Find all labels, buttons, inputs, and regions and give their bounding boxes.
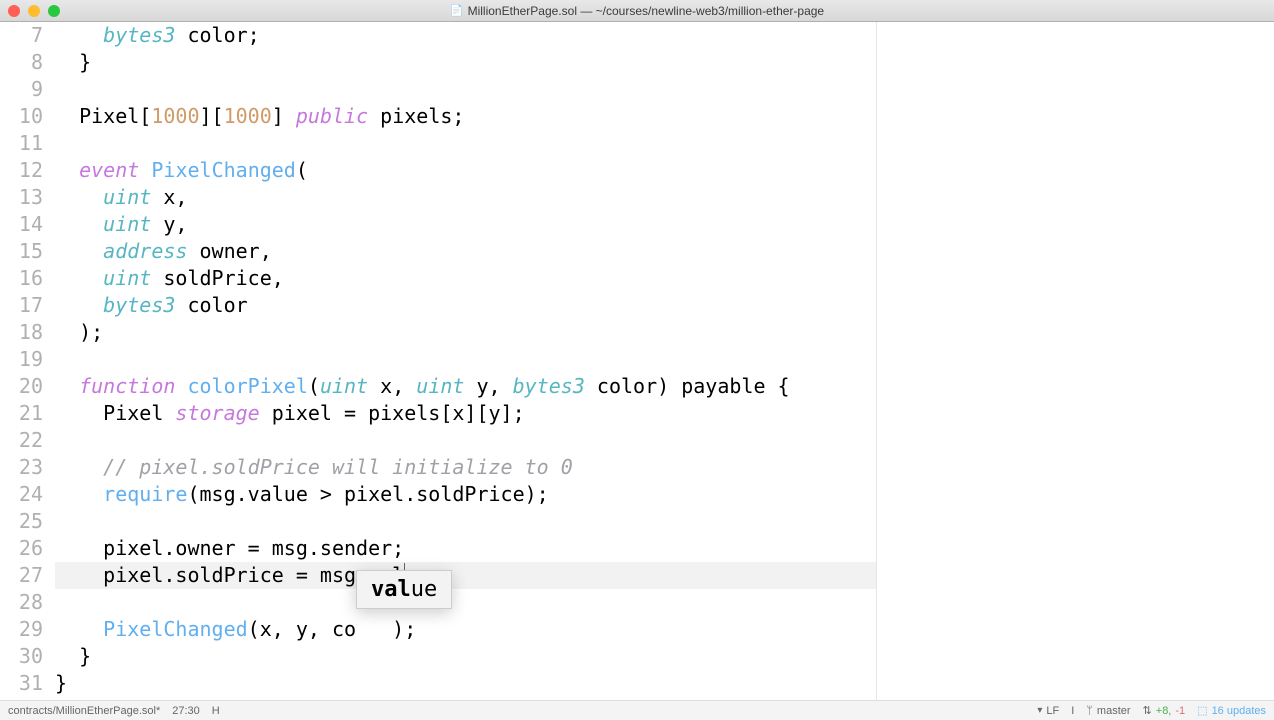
- code-line[interactable]: [55, 346, 876, 373]
- line-number: 10: [0, 103, 43, 130]
- line-number: 13: [0, 184, 43, 211]
- code-line[interactable]: event PixelChanged(: [55, 157, 876, 184]
- editor-right-margin: [877, 22, 1274, 700]
- line-number: 25: [0, 508, 43, 535]
- line-number: 9: [0, 76, 43, 103]
- code-line[interactable]: );: [55, 319, 876, 346]
- status-mode: H: [212, 705, 220, 717]
- code-line[interactable]: }: [55, 643, 876, 670]
- code-line[interactable]: }: [55, 49, 876, 76]
- chevron-down-icon: ▾: [1037, 705, 1042, 716]
- line-number: 11: [0, 130, 43, 157]
- git-diff-icon: ⇅: [1143, 704, 1152, 717]
- status-cursor-position[interactable]: 27:30: [172, 705, 200, 717]
- line-number: 21: [0, 400, 43, 427]
- window-title-text: MillionEtherPage.sol — ~/courses/newline…: [468, 4, 825, 18]
- line-number: 22: [0, 427, 43, 454]
- code-line[interactable]: [55, 130, 876, 157]
- autocomplete-rest: ue: [411, 577, 438, 602]
- code-line[interactable]: Pixel storage pixel = pixels[x][y];: [55, 400, 876, 427]
- line-number: 19: [0, 346, 43, 373]
- autocomplete-match: val: [371, 577, 411, 602]
- code-line[interactable]: [55, 76, 876, 103]
- code-line[interactable]: bytes3 color: [55, 292, 876, 319]
- code-line[interactable]: uint x,: [55, 184, 876, 211]
- code-line[interactable]: // pixel.soldPrice will initialize to 0: [55, 454, 876, 481]
- code-line[interactable]: require(msg.value > pixel.soldPrice);: [55, 481, 876, 508]
- line-number: 8: [0, 49, 43, 76]
- status-bar: contracts/MillionEtherPage.sol* 27:30 H …: [0, 700, 1274, 720]
- window-titlebar: 📄 MillionEtherPage.sol — ~/courses/newli…: [0, 0, 1274, 22]
- line-number: 15: [0, 238, 43, 265]
- git-branch-icon: ᛘ: [1086, 705, 1093, 717]
- line-number: 28: [0, 589, 43, 616]
- line-number: 24: [0, 481, 43, 508]
- code-line[interactable]: Pixel[1000][1000] public pixels;: [55, 103, 876, 130]
- code-editor[interactable]: bytes3 color; } Pixel[1000][1000] public…: [55, 22, 877, 700]
- line-number: 23: [0, 454, 43, 481]
- line-number: 17: [0, 292, 43, 319]
- line-number: 16: [0, 265, 43, 292]
- code-line[interactable]: [55, 508, 876, 535]
- status-encoding[interactable]: I: [1071, 705, 1074, 717]
- status-git-diff[interactable]: ⇅ +8, -1: [1143, 704, 1186, 717]
- package-icon: ⬚: [1197, 704, 1207, 717]
- document-icon: 📄: [450, 4, 464, 17]
- code-line[interactable]: PixelChanged(x, y, co );: [55, 616, 876, 643]
- status-updates[interactable]: ⬚ 16 updates: [1197, 704, 1266, 717]
- line-number: 29: [0, 616, 43, 643]
- code-line[interactable]: [55, 427, 876, 454]
- status-git-branch[interactable]: ᛘ master: [1086, 705, 1130, 717]
- window-title: 📄 MillionEtherPage.sol — ~/courses/newli…: [0, 4, 1274, 18]
- line-number: 26: [0, 535, 43, 562]
- line-number: 7: [0, 22, 43, 49]
- code-line[interactable]: pixel.owner = msg.sender;: [55, 535, 876, 562]
- line-number: 30: [0, 643, 43, 670]
- code-line[interactable]: }: [55, 670, 876, 697]
- code-line[interactable]: uint soldPrice,: [55, 265, 876, 292]
- code-line[interactable]: function colorPixel(uint x, uint y, byte…: [55, 373, 876, 400]
- line-number: 14: [0, 211, 43, 238]
- status-line-ending[interactable]: ▾ LF: [1037, 705, 1059, 717]
- line-number: 31: [0, 670, 43, 697]
- editor-area: 7891011121314151617181920212223242526272…: [0, 22, 1274, 700]
- status-file-path[interactable]: contracts/MillionEtherPage.sol*: [8, 705, 160, 717]
- line-number: 12: [0, 157, 43, 184]
- code-line[interactable]: address owner,: [55, 238, 876, 265]
- line-number: 27: [0, 562, 43, 589]
- autocomplete-popup[interactable]: value: [356, 570, 452, 609]
- code-line[interactable]: uint y,: [55, 211, 876, 238]
- line-number: 20: [0, 373, 43, 400]
- code-line[interactable]: pixel.soldPrice = msg.val: [55, 562, 876, 589]
- line-number-gutter: 7891011121314151617181920212223242526272…: [0, 22, 55, 700]
- code-line[interactable]: [55, 589, 876, 616]
- code-line[interactable]: bytes3 color;: [55, 22, 876, 49]
- line-number: 18: [0, 319, 43, 346]
